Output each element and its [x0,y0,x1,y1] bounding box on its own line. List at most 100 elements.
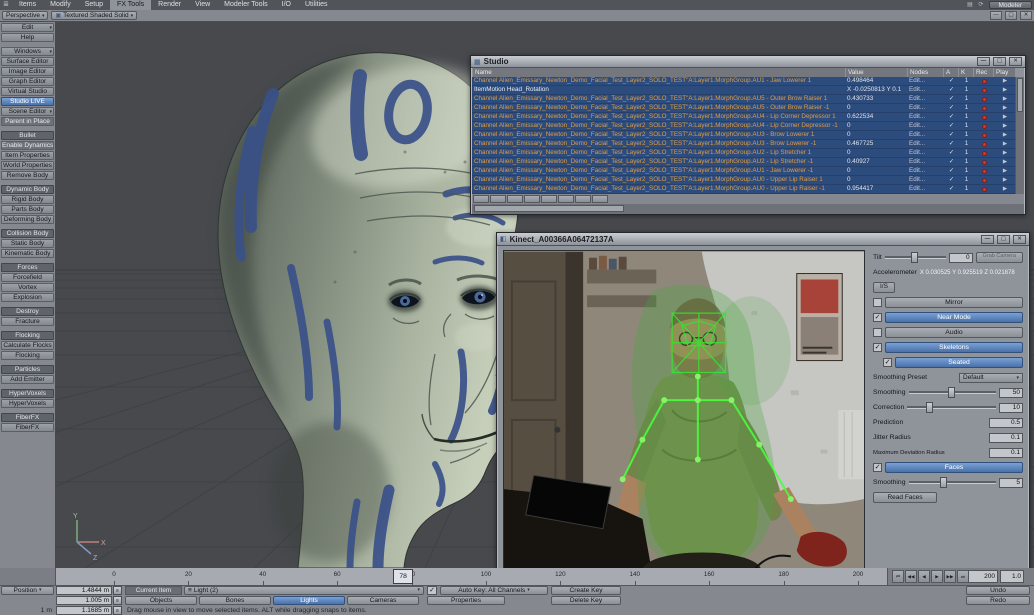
close-icon[interactable]: ✕ [1009,57,1022,66]
studio-tool-button[interactable] [524,195,540,203]
sidebar-item-help[interactable]: Help [1,33,54,42]
first-frame-button[interactable]: ⏮ [892,570,904,583]
menu-tab-items[interactable]: Items [12,0,43,10]
frame-scrubber[interactable]: 78 [393,569,413,584]
menu-tab-render[interactable]: Render [151,0,188,10]
record-toggle[interactable] [973,176,993,184]
studio-tool-button[interactable] [473,195,489,203]
button-grab-camera[interactable]: Grab Camera [976,252,1023,263]
channel-edit[interactable]: Edit... [907,176,943,184]
view-mode-dropdown[interactable]: Perspective ▾ [2,11,48,20]
play-toggle[interactable]: ▶ [993,122,1015,130]
field-prediction[interactable]: 0.5 [989,418,1023,428]
studio-column-k[interactable]: K [958,68,973,77]
record-toggle[interactable] [973,140,993,148]
sidebar-item-windows[interactable]: Windows▾ [1,47,54,56]
shading-mode-dropdown[interactable]: ▣ Textured Shaded Solid ▾ [51,11,137,20]
toggle-faces[interactable]: Faces [885,462,1023,473]
item-type-lights-button[interactable]: Lights [273,596,345,605]
current-item-dropdown[interactable]: ≡ Light (2) ▾ [184,586,424,595]
studio-channel-row[interactable]: Channel Alien_Emissary_Newton_Demo_Facia… [472,95,1015,104]
studio-tool-button[interactable] [507,195,523,203]
toggle-audio[interactable]: Audio [885,327,1023,338]
sync-icon[interactable]: ⟳ [976,0,987,10]
menu-tab-modify[interactable]: Modify [43,0,78,10]
record-toggle[interactable] [973,86,993,94]
studio-channel-row[interactable]: Channel Alien_Emissary_Newton_Demo_Facia… [472,167,1015,176]
channel-edit[interactable]: Edit... [907,122,943,130]
record-toggle[interactable] [973,104,993,112]
sidebar-item-world-properties[interactable]: World Properties [1,161,54,170]
record-toggle[interactable] [973,113,993,121]
undo-button[interactable]: Undo [966,586,1030,595]
toggle-skeletons[interactable]: Skeletons [885,342,1023,353]
item-type-objects-button[interactable]: Objects [125,596,197,605]
play-toggle[interactable]: ▶ [993,104,1015,112]
slider-smoothing[interactable] [909,391,997,394]
redo-button[interactable]: Redo [966,596,1030,605]
sidebar-item-calculate-flocks[interactable]: Calculate Flocks [1,341,54,350]
create-key-button[interactable]: Create Key [551,586,621,595]
checkbox-audio[interactable] [873,328,882,337]
studio-title-bar[interactable]: ▦ Studio — ▢ ✕ [471,56,1025,68]
sidebar-item-enable-dynamics[interactable]: Enable Dynamics [1,141,54,150]
field-smoothing[interactable]: 50 [999,388,1023,398]
checkbox-near-mode[interactable]: ✓ [873,313,882,322]
sidebar-item-deforming-body[interactable]: Deforming Body [1,215,54,224]
record-toggle[interactable] [973,77,993,85]
viewport-minimize-icon[interactable]: — [990,11,1002,20]
button-read-faces[interactable]: Read Faces [873,492,937,503]
sidebar-item-image-editor[interactable]: Image Editor [1,67,54,76]
minimize-icon[interactable]: — [981,235,994,244]
record-toggle[interactable] [973,131,993,139]
slider-thumb[interactable] [948,387,955,398]
next-key-button[interactable]: ▶▶ [944,570,956,583]
channel-edit[interactable]: Edit... [907,167,943,175]
record-toggle[interactable] [973,122,993,130]
kinect-title-bar[interactable]: ◧ Kinect_A00366A06472137A — ▢ ✕ [497,233,1029,246]
studio-channel-row[interactable]: Channel Alien_Emissary_Newton_Demo_Facia… [472,140,1015,149]
channel-edit[interactable]: Edit... [907,95,943,103]
field-jitter-radius[interactable]: 0.1 [989,433,1023,443]
slider-smoothing[interactable] [909,481,997,484]
checkbox-skeletons[interactable]: ✓ [873,343,882,352]
play-toggle[interactable]: ▶ [993,176,1015,184]
studio-channel-row[interactable]: Channel Alien_Emissary_Newton_Demo_Facia… [472,77,1015,86]
studio-channel-row[interactable]: Channel Alien_Emissary_Newton_Demo_Facia… [472,131,1015,140]
menu-tab-utilities[interactable]: Utilities [298,0,335,10]
studio-tool-button[interactable] [541,195,557,203]
modeler-button[interactable]: Modeler [989,1,1032,9]
play-toggle[interactable]: ▶ [993,185,1015,193]
studio-channel-row[interactable]: Channel Alien_Emissary_Newton_Demo_Facia… [472,176,1015,185]
play-toggle[interactable]: ▶ [993,131,1015,139]
channel-edit[interactable]: Edit... [907,77,943,85]
frame-step-field[interactable]: 1.0 [1000,570,1024,583]
auto-key-dropdown[interactable]: Auto Key: All Channels ▾ [440,586,548,595]
sidebar-item-hypervoxels[interactable]: HyperVoxels [1,399,54,408]
prev-key-button[interactable]: ◀◀ [905,570,917,583]
sidebar-item-studio-live[interactable]: Studio LIVE [1,97,54,106]
menu-tab-modeler-tools[interactable]: Modeler Tools [217,0,274,10]
play-toggle[interactable]: ▶ [993,77,1015,85]
studio-column-value[interactable]: Value [845,68,907,77]
app-menu-icon[interactable]: ≣ [0,0,12,10]
studio-channel-row[interactable]: Channel Alien_Emissary_Newton_Demo_Facia… [472,185,1015,194]
channel-edit[interactable]: Edit... [907,149,943,157]
studio-tool-button[interactable] [558,195,574,203]
z-mini-slider[interactable]: ≡ [113,606,122,615]
position-mode-dropdown[interactable]: Position ▾ [1,586,54,595]
checkbox-seated[interactable]: ✓ [883,358,892,367]
menu-tab-setup[interactable]: Setup [78,0,110,10]
sidebar-item-rigid-body[interactable]: Rigid Body [1,195,54,204]
y-position-field[interactable]: 1.005 m [56,596,112,605]
layout-switch-icon[interactable]: ▤ [965,0,976,10]
auto-key-checkbox[interactable]: ✓ [427,586,437,595]
studio-channel-row[interactable]: Channel Alien_Emissary_Newton_Demo_Facia… [472,158,1015,167]
sidebar-item-surface-editor[interactable]: Surface Editor [1,57,54,66]
studio-tool-button[interactable] [490,195,506,203]
sidebar-item-forcefield[interactable]: Forcefield [1,273,54,282]
checkbox-mirror[interactable] [873,298,882,307]
menu-tab-i-o[interactable]: I/O [275,0,298,10]
record-toggle[interactable] [973,149,993,157]
studio-horizontal-scrollbar[interactable] [472,204,1024,214]
